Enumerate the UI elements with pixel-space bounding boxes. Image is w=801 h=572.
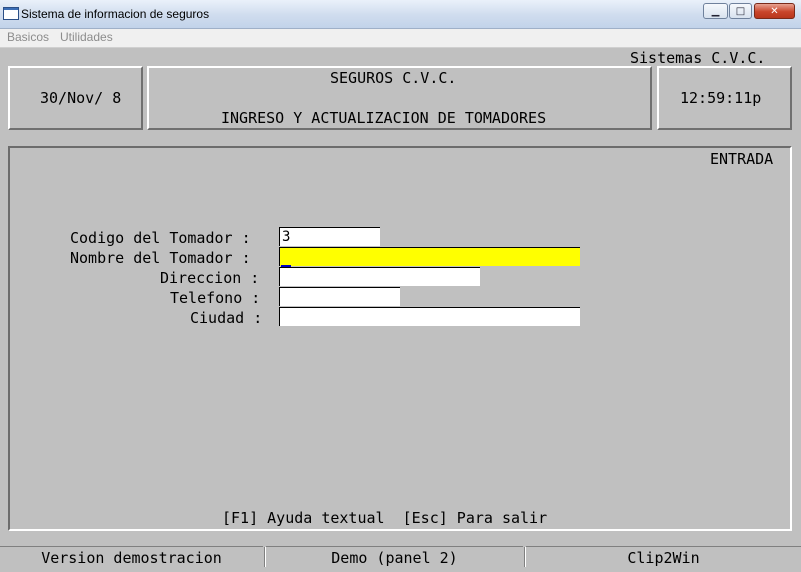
label-ciudad: Ciudad : — [190, 309, 263, 327]
maximize-button[interactable]: □ — [729, 3, 752, 19]
label-direccion: Direccion : — [160, 269, 260, 287]
time-display: 12:59:11p — [680, 89, 762, 107]
label-telefono: Telefono : — [170, 289, 261, 307]
menu-item-utilidades[interactable]: Utilidades — [60, 30, 113, 44]
window-title: Sistema de informacion de seguros — [21, 7, 210, 21]
telefono-field[interactable] — [279, 287, 400, 306]
mode-indicator: ENTRADA — [710, 150, 774, 168]
screen-subtitle: INGRESO Y ACTUALIZACION DE TOMADORES — [221, 109, 547, 127]
company-name: Sistemas C.V.C. — [630, 49, 766, 67]
ciudad-field[interactable] — [279, 307, 580, 326]
keyboard-help: [F1] Ayuda textual [Esc] Para salir — [222, 509, 548, 527]
status-product: Clip2Win — [526, 546, 801, 568]
menu-bar — [0, 29, 801, 48]
minimize-button[interactable]: ▁ — [703, 3, 728, 19]
date-display: 30/Nov/ 8 — [40, 89, 122, 107]
label-nombre-tomador: Nombre del Tomador : — [70, 249, 251, 267]
menu-item-basicos[interactable]: Basicos — [7, 30, 49, 44]
codigo-tomador-field[interactable]: 3 — [279, 227, 380, 246]
app-title: SEGUROS C.V.C. — [330, 69, 457, 87]
nombre-tomador-field[interactable] — [279, 247, 580, 266]
direccion-field[interactable] — [279, 267, 480, 286]
status-panel: Demo (panel 2) — [266, 546, 523, 568]
close-button[interactable]: ✕ — [754, 3, 795, 19]
label-codigo-tomador: Codigo del Tomador : — [70, 229, 251, 247]
form-panel — [8, 146, 792, 531]
status-version: Version demostracion — [0, 546, 263, 568]
window-icon — [3, 7, 19, 20]
